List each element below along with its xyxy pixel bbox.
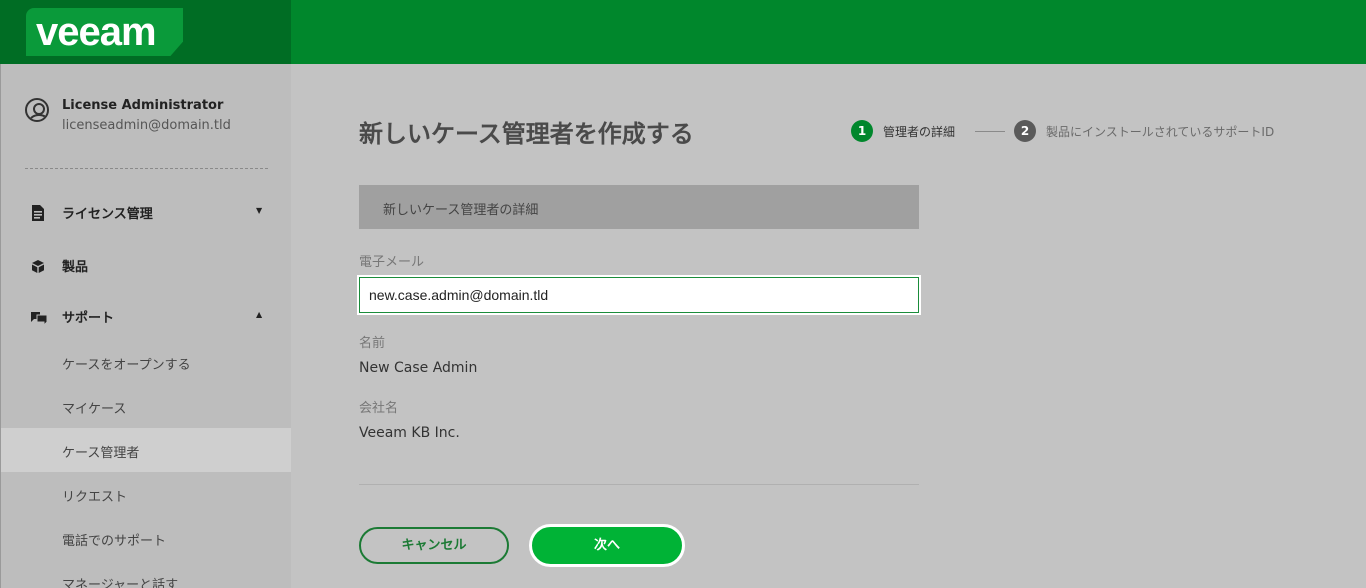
sidebar-subitem-label: 電話でのサポート bbox=[62, 534, 167, 549]
document-icon bbox=[32, 205, 44, 221]
cancel-button[interactable]: キャンセル bbox=[359, 527, 509, 564]
sidebar-item-label: ライセンス管理 bbox=[62, 207, 153, 222]
wizard-stepper: 1 管理者の詳細 2 製品にインストールされているサポートID bbox=[851, 120, 1321, 144]
section-header: 新しいケース管理者の詳細 bbox=[359, 185, 919, 229]
top-header: veeam bbox=[0, 0, 1366, 64]
sidebar-divider bbox=[25, 168, 268, 169]
step-2-number: 2 bbox=[1014, 120, 1036, 142]
next-button[interactable]: 次へ bbox=[529, 524, 685, 567]
page-title: 新しいケース管理者を作成する bbox=[359, 120, 694, 148]
sidebar-item-support[interactable]: サポート ▲ bbox=[1, 296, 291, 336]
sidebar-item-products[interactable]: 製品 bbox=[1, 245, 291, 285]
form-divider bbox=[359, 484, 919, 485]
user-circle-icon bbox=[25, 98, 49, 122]
step-1-number: 1 bbox=[851, 120, 873, 142]
sidebar-subitem-label: リクエスト bbox=[62, 490, 128, 505]
chevron-up-icon: ▲ bbox=[256, 310, 263, 319]
company-label: 会社名 bbox=[359, 401, 399, 416]
sidebar-subitem-requests[interactable]: リクエスト bbox=[1, 472, 291, 516]
sidebar-subitem-label: マイケース bbox=[62, 402, 127, 417]
user-profile: License Administrator licenseadmin@domai… bbox=[25, 96, 275, 146]
sidebar-subitem-phone-support[interactable]: 電話でのサポート bbox=[1, 516, 291, 560]
main-content: 新しいケース管理者を作成する 1 管理者の詳細 2 製品にインストールされている… bbox=[291, 64, 1366, 588]
step-2-label: 製品にインストールされているサポートID bbox=[1046, 125, 1275, 139]
sidebar-subitem-open-case[interactable]: ケースをオープンする bbox=[1, 340, 291, 384]
user-email: licenseadmin@domain.tld bbox=[62, 118, 231, 133]
name-label: 名前 bbox=[359, 336, 386, 351]
cube-icon bbox=[32, 260, 44, 273]
sidebar-subitem-case-administrators[interactable]: ケース管理者 bbox=[1, 428, 291, 472]
chevron-down-icon: ▼ bbox=[256, 206, 263, 215]
email-label: 電子メール bbox=[359, 255, 425, 270]
sidebar-item-license-management[interactable]: ライセンス管理 ▼ bbox=[1, 192, 291, 232]
sidebar-subitem-label: ケース管理者 bbox=[62, 446, 140, 461]
email-field[interactable] bbox=[357, 275, 921, 315]
sidebar-subitem-talk-to-manager[interactable]: マネージャーと話す bbox=[1, 560, 291, 588]
logo-area: veeam bbox=[0, 0, 291, 64]
section-header-title: 新しいケース管理者の詳細 bbox=[383, 203, 539, 218]
company-value: Veeam KB Inc. bbox=[359, 425, 460, 441]
sidebar-subitem-label: マネージャーと話す bbox=[62, 578, 179, 588]
sidebar-subitem-my-cases[interactable]: マイケース bbox=[1, 384, 291, 428]
sidebar-subitem-label: ケースをオープンする bbox=[62, 358, 191, 373]
step-1-label: 管理者の詳細 bbox=[883, 125, 956, 139]
name-value: New Case Admin bbox=[359, 360, 478, 376]
sidebar-item-label: 製品 bbox=[62, 260, 89, 275]
user-name: License Administrator bbox=[62, 98, 224, 113]
veeam-logo[interactable]: veeam bbox=[36, 8, 157, 56]
chat-icon bbox=[31, 312, 48, 325]
sidebar-item-label: サポート bbox=[62, 311, 115, 326]
sidebar: License Administrator licenseadmin@domai… bbox=[0, 64, 291, 588]
step-connector bbox=[975, 131, 1005, 132]
